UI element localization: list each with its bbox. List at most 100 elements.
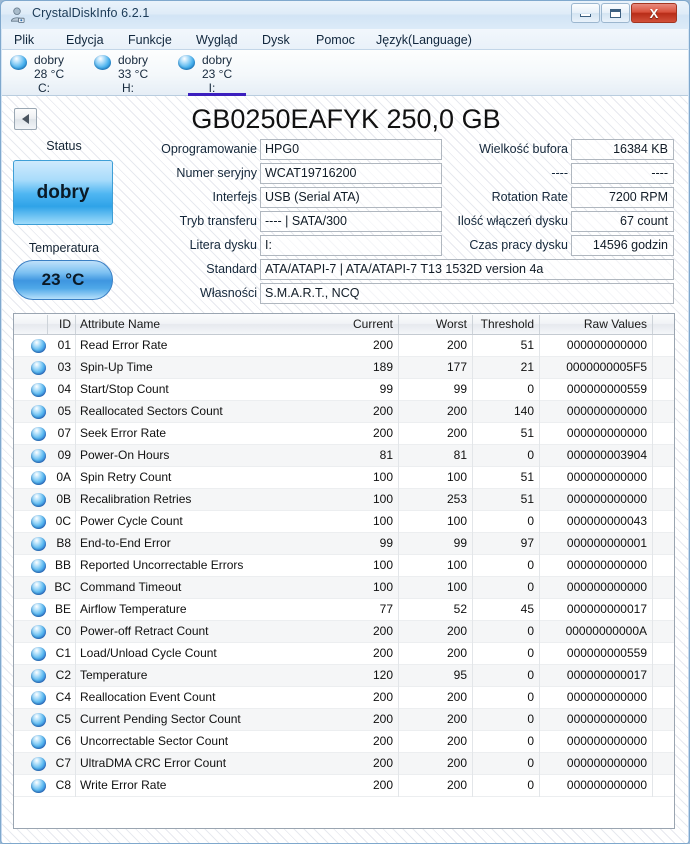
cell-divider — [539, 643, 540, 665]
menu-item-wygl-d[interactable]: Wygląd — [192, 32, 242, 48]
disk-tab-C[interactable]: dobry 28 °C C: — [2, 50, 86, 96]
attribute-raw-value: 000000000000 — [566, 580, 647, 594]
attribute-id: C5 — [55, 712, 71, 726]
cell-divider — [75, 753, 76, 775]
column-header-attribute-name[interactable]: Attribute Name — [80, 317, 160, 331]
menu-item-plik[interactable]: Plik — [10, 32, 38, 48]
table-row[interactable]: 09 Power-On Hours 81 81 0 000000003904 — [14, 445, 674, 467]
table-row[interactable]: 04 Start/Stop Count 99 99 0 000000000559 — [14, 379, 674, 401]
column-header-threshold[interactable]: Threshold — [476, 317, 534, 331]
cell-divider — [75, 643, 76, 665]
menu-item-dysk[interactable]: Dysk — [258, 32, 294, 48]
column-divider[interactable] — [652, 315, 653, 334]
table-row[interactable]: 07 Seek Error Rate 200 200 51 000000000000 — [14, 423, 674, 445]
cell-divider — [75, 665, 76, 687]
column-header-id[interactable]: ID — [52, 317, 71, 331]
title-bar[interactable]: CrystalDiskInfo 6.2.1 X — [1, 1, 689, 29]
column-header-raw-values[interactable]: Raw Values — [554, 317, 647, 331]
attribute-current: 200 — [372, 338, 393, 352]
table-row[interactable]: 0B Recalibration Retries 100 253 51 000000000… — [14, 489, 674, 511]
attribute-id: 07 — [57, 426, 71, 440]
disk-tab-H[interactable]: dobry 33 °C H: — [86, 50, 170, 96]
attribute-worst: 95 — [453, 668, 467, 682]
cell-divider — [398, 665, 399, 687]
info-label-right: Ilość włączeń dysku — [457, 214, 568, 228]
maximize-button[interactable] — [601, 3, 630, 23]
menu-item-edycja[interactable]: Edycja — [62, 32, 108, 48]
temperature-badge[interactable]: 23 °C — [13, 260, 113, 300]
cell-divider — [539, 357, 540, 379]
info-value-wide[interactable]: ATA/ATAPI-7 | ATA/ATAPI-7 T13 1532D vers… — [260, 259, 674, 280]
column-divider[interactable] — [472, 315, 473, 334]
table-row[interactable]: C4 Reallocation Event Count 200 200 0 0000000… — [14, 687, 674, 709]
attribute-threshold: 51 — [520, 470, 534, 484]
table-row[interactable]: 03 Spin-Up Time 189 177 21 0000000005F5 — [14, 357, 674, 379]
attribute-id: C7 — [55, 756, 71, 770]
info-value-right[interactable]: 67 count — [571, 211, 674, 232]
attribute-name: Recalibration Retries — [80, 492, 192, 506]
table-row[interactable]: 0C Power Cycle Count 100 100 0 000000000043 — [14, 511, 674, 533]
table-row[interactable]: C5 Current Pending Sector Count 200 200 0 000… — [14, 709, 674, 731]
menu-item-pomoc[interactable]: Pomoc — [312, 32, 359, 48]
back-button[interactable] — [14, 108, 37, 130]
table-row[interactable]: 01 Read Error Rate 200 200 51 000000000000 — [14, 335, 674, 357]
disk-tab-I[interactable]: dobry 23 °C I: — [170, 50, 254, 96]
attribute-name: Temperature — [80, 668, 148, 682]
column-divider[interactable] — [75, 315, 76, 334]
menu-item-j-zyk-language[interactable]: Język(Language) — [372, 32, 476, 48]
smart-attributes-table[interactable]: ID Attribute Name Current Worst Threshold Raw… — [13, 313, 675, 829]
attribute-raw-value: 000000000000 — [566, 778, 647, 792]
column-header-worst[interactable]: Worst — [404, 317, 467, 331]
info-value-left[interactable]: HPG0 — [260, 139, 442, 160]
cell-divider — [472, 445, 473, 467]
table-row[interactable]: C6 Uncorrectable Sector Count 200 200 0 00000… — [14, 731, 674, 753]
table-row[interactable]: BB Reported Uncorrectable Errors 100 100 0 00… — [14, 555, 674, 577]
cell-divider — [398, 753, 399, 775]
info-value-left[interactable]: I: — [260, 235, 442, 256]
info-value-wide[interactable]: S.M.A.R.T., NCQ — [260, 283, 674, 304]
attribute-health-led-icon — [31, 361, 46, 375]
cell-divider — [398, 731, 399, 753]
attribute-threshold: 0 — [527, 668, 534, 682]
attribute-id: C8 — [55, 778, 71, 792]
attribute-threshold: 51 — [520, 426, 534, 440]
menu-item-funkcje[interactable]: Funkcje — [124, 32, 176, 48]
table-row[interactable]: B8 End-to-End Error 99 99 97 000000000001 — [14, 533, 674, 555]
table-row[interactable]: BC Command Timeout 100 100 0 000000000000 — [14, 577, 674, 599]
table-body: 01 Read Error Rate 200 200 51 000000000000 03 S… — [14, 335, 674, 797]
info-value-left[interactable]: USB (Serial ATA) — [260, 187, 442, 208]
column-divider[interactable] — [539, 315, 540, 334]
cell-divider — [539, 423, 540, 445]
attribute-health-led-icon — [31, 581, 46, 595]
info-value-left[interactable]: WCAT19716200 — [260, 163, 442, 184]
cell-divider — [398, 709, 399, 731]
cell-divider — [472, 753, 473, 775]
info-value-right[interactable]: 16384 KB — [571, 139, 674, 160]
cell-divider — [472, 467, 473, 489]
attribute-id: 03 — [57, 360, 71, 374]
table-row[interactable]: 05 Reallocated Sectors Count 200 200 140 0000… — [14, 401, 674, 423]
table-row[interactable]: C0 Power-off Retract Count 200 200 0 00000000… — [14, 621, 674, 643]
column-divider[interactable] — [47, 315, 48, 334]
health-status-badge[interactable]: dobry — [13, 160, 113, 225]
cell-divider — [75, 621, 76, 643]
info-value-right[interactable]: 7200 RPM — [571, 187, 674, 208]
table-row[interactable]: C2 Temperature 120 95 0 000000000017 — [14, 665, 674, 687]
info-value-right[interactable]: ---- — [571, 163, 674, 184]
close-button[interactable]: X — [631, 3, 677, 23]
table-row[interactable]: BE Airflow Temperature 77 52 45 000000000017 — [14, 599, 674, 621]
table-row[interactable]: C7 UltraDMA CRC Error Count 200 200 0 0000000… — [14, 753, 674, 775]
minimize-button[interactable] — [571, 3, 600, 23]
cell-divider — [472, 775, 473, 797]
attribute-current: 100 — [372, 492, 393, 506]
info-value-left[interactable]: ---- | SATA/300 — [260, 211, 442, 232]
close-icon: X — [649, 5, 659, 21]
column-divider[interactable] — [398, 315, 399, 334]
info-value-right[interactable]: 14596 godzin — [571, 235, 674, 256]
table-row[interactable]: C8 Write Error Rate 200 200 0 000000000000 — [14, 775, 674, 797]
table-row[interactable]: 0A Spin Retry Count 100 100 51 000000000000 — [14, 467, 674, 489]
column-header-current[interactable]: Current — [314, 317, 393, 331]
table-row[interactable]: C1 Load/Unload Cycle Count 200 200 0 00000000… — [14, 643, 674, 665]
cell-divider — [652, 577, 653, 599]
cell-divider — [75, 335, 76, 357]
